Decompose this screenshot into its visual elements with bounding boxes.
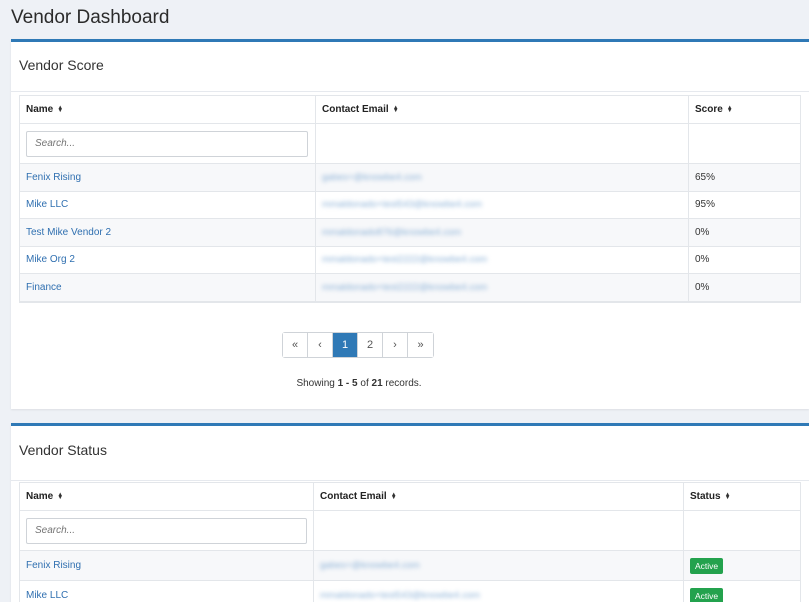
table-row: Fenix Rising gabes+@knowbe4.com 65% [20, 164, 800, 192]
table-header-row: Name ▲ ▼ Contact Email ▲ ▼ Score ▲ ▼ [20, 96, 800, 124]
table-row: Fenix Rising gabes+@knowbe4.com Active [20, 551, 800, 581]
column-header-email[interactable]: Contact Email ▲ ▼ [314, 483, 684, 510]
column-header-name[interactable]: Name ▲ ▼ [20, 483, 314, 510]
name-search-input[interactable] [26, 130, 308, 157]
column-header-email[interactable]: Contact Email ▲ ▼ [316, 96, 689, 123]
status-badge: Active [690, 587, 724, 602]
column-header-status[interactable]: Status ▲ ▼ [684, 483, 761, 510]
sort-icon: ▲ ▼ [390, 491, 397, 501]
table-row: Mike Org 2 mmaldonado+test2222@knowbe4.c… [20, 246, 800, 274]
sort-icon: ▲ ▼ [726, 104, 733, 114]
table-header-row: Name ▲ ▼ Contact Email ▲ ▼ Status ▲ ▼ [20, 483, 800, 511]
vendor-name-link[interactable]: Finance [26, 282, 62, 293]
contact-email-link[interactable]: mmaldonado+test2222@knowbe4.com [322, 254, 487, 265]
next-page-button[interactable]: › [383, 333, 408, 357]
vendor-score-table: Name▲▼ Contact Email▲▼ Score▲▼ Fenix Ris… [19, 95, 801, 303]
table-row: Test Mike Vendor 2 mmaldonado876@knowbe4… [20, 219, 800, 247]
contact-email-link[interactable]: mmaldonado876@knowbe4.com [322, 227, 461, 238]
contact-email-link[interactable]: mmaldonado+test543@knowbe4.com [322, 199, 482, 210]
vendor-name-link[interactable]: Mike Org 2 [26, 254, 75, 265]
vendor-status-table: Name▲▼ Contact Email▲▼ Status▲▼ Fenix Ri… [19, 482, 801, 602]
sort-icon: ▲ ▼ [724, 491, 731, 501]
table-row: Mike LLC mmaldonado+test543@knowbe4.com … [20, 191, 800, 219]
sort-icon: ▲ ▼ [392, 104, 399, 114]
score-value: 0% [695, 254, 710, 266]
column-header-score[interactable]: Score ▲ ▼ [689, 96, 761, 123]
vendor-score-panel: Vendor Score Name ▲ ▼ Contact Email ▲ ▼ Scor… [11, 39, 809, 409]
pagination: « ‹ 1 2 › » [282, 332, 434, 358]
name-search-input[interactable] [26, 517, 307, 544]
status-badge: Active [690, 557, 724, 574]
table-row: Mike LLC mmaldonado+test543@knowbe4.com … [20, 581, 800, 602]
vendor-status-title: Vendor Status [11, 426, 809, 481]
column-header-name[interactable]: Name ▲ ▼ [20, 96, 316, 123]
score-value: 0% [695, 281, 710, 293]
page-1-button[interactable]: 1 [333, 333, 358, 357]
table-row: Finance mmaldonado+test2222@knowbe4.com … [20, 274, 800, 302]
score-value: 65% [695, 171, 716, 183]
vendor-name-link[interactable]: Mike LLC [26, 199, 68, 210]
contact-email-link[interactable]: mmaldonado+test543@knowbe4.com [320, 590, 480, 601]
page-2-button[interactable]: 2 [358, 333, 383, 357]
vendor-name-link[interactable]: Mike LLC [26, 590, 68, 601]
score-value: 95% [695, 199, 716, 211]
contact-email-link[interactable]: mmaldonado+test2222@knowbe4.com [322, 282, 487, 293]
last-page-button[interactable]: » [408, 333, 433, 357]
page-title: Vendor Dashboard [11, 7, 170, 28]
vendor-name-link[interactable]: Fenix Rising [26, 172, 81, 183]
first-page-button[interactable]: « [283, 333, 308, 357]
filter-row [20, 511, 800, 551]
sort-icon: ▲ ▼ [57, 104, 64, 114]
contact-email-link[interactable]: gabes+@knowbe4.com [322, 172, 422, 183]
sort-icon: ▲ ▼ [57, 491, 64, 501]
vendor-score-title: Vendor Score [11, 42, 809, 92]
score-value: 0% [695, 226, 710, 238]
contact-email-link[interactable]: gabes+@knowbe4.com [320, 560, 420, 571]
vendor-status-panel: Vendor Status Name ▲ ▼ Contact Email ▲ ▼ Sta… [11, 423, 809, 602]
records-summary: Showing 1 - 5 of 21 records. [296, 378, 422, 389]
prev-page-button[interactable]: ‹ [308, 333, 333, 357]
vendor-name-link[interactable]: Test Mike Vendor 2 [26, 227, 111, 238]
vendor-name-link[interactable]: Fenix Rising [26, 560, 81, 571]
filter-row [20, 124, 800, 164]
